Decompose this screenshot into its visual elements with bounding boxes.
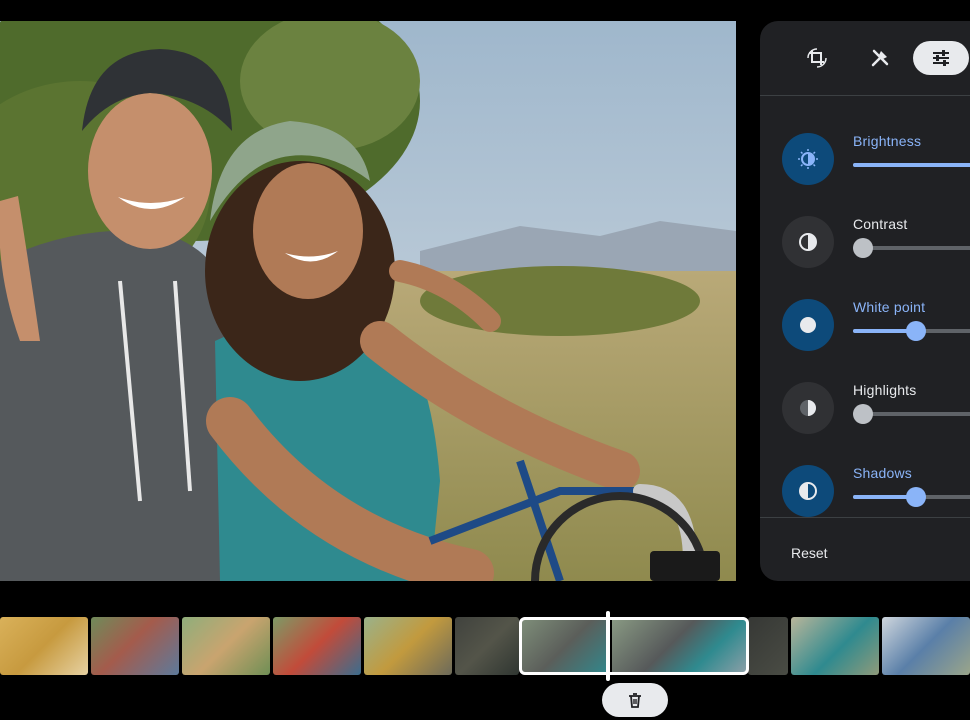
adjustment-highlights[interactable]: Highlights xyxy=(760,372,970,452)
highlights-icon xyxy=(800,400,816,416)
adjustments-panel: Brightness Contrast White point Highligh… xyxy=(760,21,970,581)
crop-rotate-icon xyxy=(807,48,827,68)
white-point-label: White point xyxy=(853,299,926,315)
timeline-thumbnail[interactable] xyxy=(273,617,361,675)
highlights-slider[interactable] xyxy=(853,404,970,424)
tab-crop-rotate[interactable] xyxy=(789,41,845,75)
timeline-thumbnail[interactable] xyxy=(91,617,179,675)
shadows-label: Shadows xyxy=(853,465,912,481)
highlights-toggle[interactable] xyxy=(782,382,834,434)
timeline-thumbnail[interactable] xyxy=(0,617,88,675)
contrast-toggle[interactable] xyxy=(782,216,834,268)
white-point-toggle[interactable] xyxy=(782,299,834,351)
contrast-slider-thumb[interactable] xyxy=(853,238,873,258)
timeline-thumbnail[interactable] xyxy=(182,617,270,675)
panel-divider-top xyxy=(760,95,970,96)
editor-tabs xyxy=(760,21,970,95)
timeline-thumbnail[interactable] xyxy=(882,617,970,675)
shadows-icon xyxy=(799,482,817,500)
adjustment-brightness[interactable]: Brightness xyxy=(760,123,970,203)
brightness-icon xyxy=(798,149,818,169)
highlights-slider-thumb[interactable] xyxy=(853,404,873,424)
timeline-thumbnail[interactable] xyxy=(791,617,879,675)
adjustment-contrast[interactable]: Contrast xyxy=(760,206,970,286)
contrast-label: Contrast xyxy=(853,216,908,232)
timeline-thumbnail[interactable] xyxy=(364,617,452,675)
panel-divider-bottom xyxy=(760,517,970,518)
photo-preview xyxy=(0,21,736,581)
brightness-slider-fill xyxy=(853,163,970,167)
adjustment-shadows[interactable]: Shadows xyxy=(760,455,970,535)
trash-icon xyxy=(629,693,641,708)
highlights-label: Highlights xyxy=(853,382,917,398)
adjustment-white-point[interactable]: White point xyxy=(760,289,970,369)
contrast-icon xyxy=(799,233,817,251)
shadows-slider[interactable] xyxy=(853,487,970,507)
white-point-slider[interactable] xyxy=(853,321,970,341)
timeline-playhead[interactable] xyxy=(606,611,610,681)
brightness-label: Brightness xyxy=(853,133,922,149)
shadows-slider-thumb[interactable] xyxy=(906,487,926,507)
adjust-sliders-icon xyxy=(933,50,949,66)
reset-button[interactable]: Reset xyxy=(791,545,828,561)
timeline-thumbnail[interactable] xyxy=(748,617,788,675)
tools-icon xyxy=(871,49,889,67)
delete-button[interactable] xyxy=(602,683,668,717)
brightness-slider[interactable] xyxy=(853,163,970,167)
tab-tools[interactable] xyxy=(852,41,908,75)
brightness-toggle[interactable] xyxy=(782,133,834,185)
contrast-slider[interactable] xyxy=(853,238,970,258)
tab-adjust[interactable] xyxy=(913,41,969,75)
timeline-thumbnail[interactable] xyxy=(455,617,519,675)
timeline-selection-frame[interactable] xyxy=(519,617,749,675)
timeline-filmstrip[interactable] xyxy=(0,617,970,675)
white-point-slider-thumb[interactable] xyxy=(906,321,926,341)
shadows-toggle[interactable] xyxy=(782,465,834,517)
white-point-icon xyxy=(800,317,816,333)
